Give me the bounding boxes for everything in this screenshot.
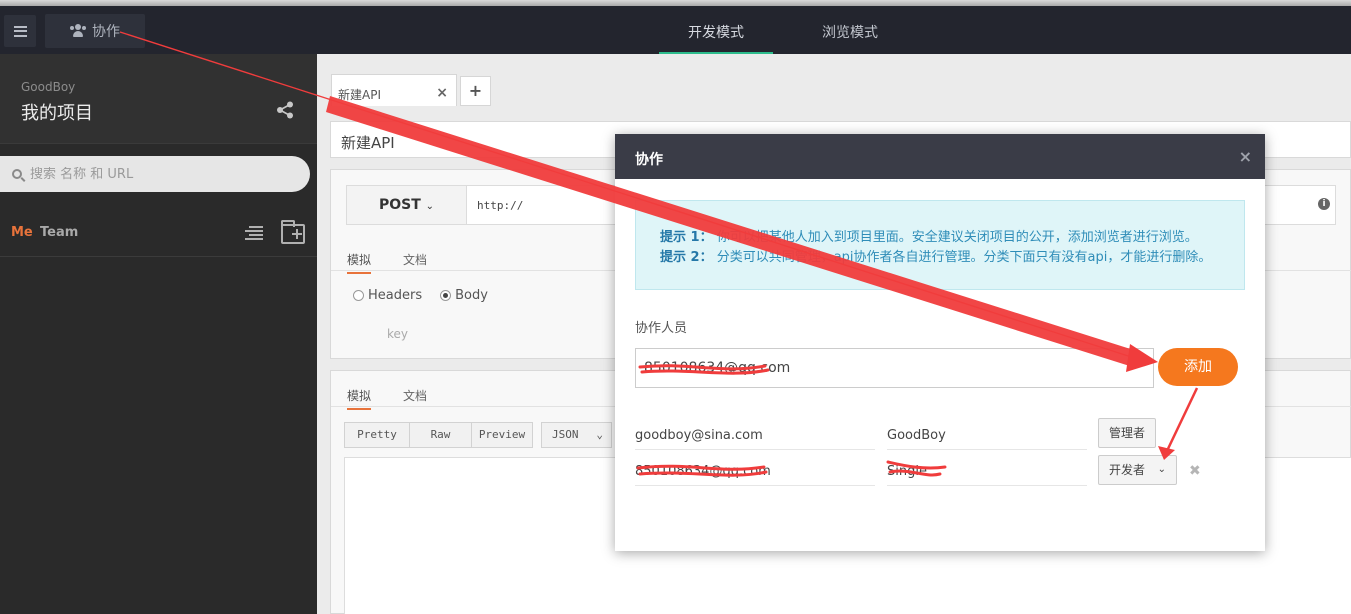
format-select-value: JSON bbox=[552, 428, 579, 441]
member-email: goodboy@sina.com bbox=[635, 418, 875, 450]
sidebar: GoodBoy 我的项目 Me Team bbox=[0, 54, 317, 614]
users-icon bbox=[69, 24, 87, 38]
tab-mock[interactable]: 模拟 bbox=[347, 251, 372, 274]
remove-member-icon[interactable]: ✖ bbox=[1189, 463, 1201, 479]
collaborators-label: 协作人员 bbox=[635, 321, 688, 336]
collaborate-button[interactable]: 协作 bbox=[45, 14, 145, 48]
tab-team[interactable]: Team bbox=[40, 225, 78, 240]
sidebar-tabs: Me Team bbox=[0, 214, 317, 257]
key-input[interactable]: key bbox=[387, 327, 408, 341]
share-icon[interactable] bbox=[276, 101, 294, 119]
method-value: POST bbox=[378, 197, 421, 213]
preview-button[interactable]: Preview bbox=[471, 422, 533, 448]
hamburger-icon bbox=[13, 25, 27, 37]
chevron-down-icon: ⌄ bbox=[425, 201, 435, 212]
api-tab-label: 新建API bbox=[338, 88, 381, 102]
member-name: GoodBoy bbox=[887, 418, 1087, 450]
radio-body-label: Body bbox=[455, 288, 488, 303]
username: GoodBoy bbox=[21, 80, 76, 94]
member-name: Single bbox=[887, 454, 1087, 486]
search-box bbox=[0, 156, 310, 192]
list-icon[interactable] bbox=[245, 226, 263, 240]
format-select[interactable]: JSON ⌄ bbox=[541, 422, 612, 448]
close-icon[interactable]: × bbox=[1239, 147, 1252, 166]
collaborate-label: 协作 bbox=[92, 24, 120, 40]
close-tab-icon[interactable]: × bbox=[436, 85, 448, 101]
modal-title: 协作 bbox=[635, 152, 663, 168]
tip-1-label: 提示 1： bbox=[660, 230, 713, 245]
menu-button[interactable] bbox=[4, 15, 36, 47]
radio-body[interactable] bbox=[440, 290, 452, 301]
email-input[interactable]: 850108634@qq.com bbox=[635, 348, 1154, 388]
radio-headers-label: Headers bbox=[368, 288, 423, 303]
pretty-button[interactable]: Pretty bbox=[344, 422, 410, 448]
tab-dev-mode[interactable]: 开发模式 bbox=[659, 12, 773, 55]
modal-header: 协作 × bbox=[615, 134, 1265, 179]
tab-resp-doc[interactable]: 文档 bbox=[403, 387, 427, 404]
tip-2-label: 提示 2： bbox=[660, 250, 713, 265]
member-email: 850108634@qq.com bbox=[635, 454, 875, 486]
method-select[interactable]: POST ⌄ bbox=[346, 185, 467, 225]
api-tab[interactable]: 新建API × bbox=[331, 74, 457, 106]
tip-1-text: 你可以把某他人加入到项目里面。安全建议关闭项目的公开，添加浏览者进行浏览。 bbox=[716, 230, 1198, 245]
project-title: 我的项目 bbox=[21, 103, 93, 124]
add-tab-button[interactable]: + bbox=[460, 76, 491, 106]
folder-add-icon[interactable] bbox=[281, 220, 305, 244]
role-select-value: 开发者 bbox=[1109, 463, 1146, 477]
raw-button[interactable]: Raw bbox=[409, 422, 472, 448]
radio-group: Headers Body bbox=[353, 288, 488, 303]
chevron-down-icon: ⌄ bbox=[596, 428, 603, 441]
role-badge: 管理者 bbox=[1098, 418, 1156, 448]
radio-headers[interactable] bbox=[353, 290, 364, 301]
tip-2-text: 分类可以共同管理，api协作者各自进行管理。分类下面只有没有api，才能进行删除… bbox=[716, 250, 1212, 265]
tip-2: 提示 2： 分类可以共同管理，api协作者各自进行管理。分类下面只有没有api，… bbox=[660, 248, 1244, 268]
chevron-down-icon: ⌄ bbox=[1157, 464, 1166, 475]
tip-1: 提示 1： 你可以把某他人加入到项目里面。安全建议关闭项目的公开，添加浏览者进行… bbox=[660, 228, 1244, 248]
top-bar: 协作 开发模式 浏览模式 bbox=[0, 6, 1351, 55]
role-select[interactable]: 开发者 ⌄ bbox=[1098, 455, 1177, 485]
tab-doc[interactable]: 文档 bbox=[403, 251, 427, 268]
collaborate-modal: 协作 × 提示 1： 你可以把某他人加入到项目里面。安全建议关闭项目的公开，添加… bbox=[615, 134, 1265, 551]
add-button[interactable]: 添加 bbox=[1158, 348, 1238, 386]
tab-browse-mode[interactable]: 浏览模式 bbox=[800, 12, 900, 54]
info-icon[interactable]: i bbox=[1318, 198, 1330, 210]
sidebar-header: GoodBoy 我的项目 bbox=[0, 54, 317, 144]
search-input[interactable] bbox=[30, 166, 290, 182]
search-icon bbox=[12, 169, 22, 179]
tips-box: 提示 1： 你可以把某他人加入到项目里面。安全建议关闭项目的公开，添加浏览者进行… bbox=[635, 200, 1245, 290]
tab-resp-mock[interactable]: 模拟 bbox=[347, 387, 372, 410]
tab-me[interactable]: Me bbox=[11, 225, 33, 240]
